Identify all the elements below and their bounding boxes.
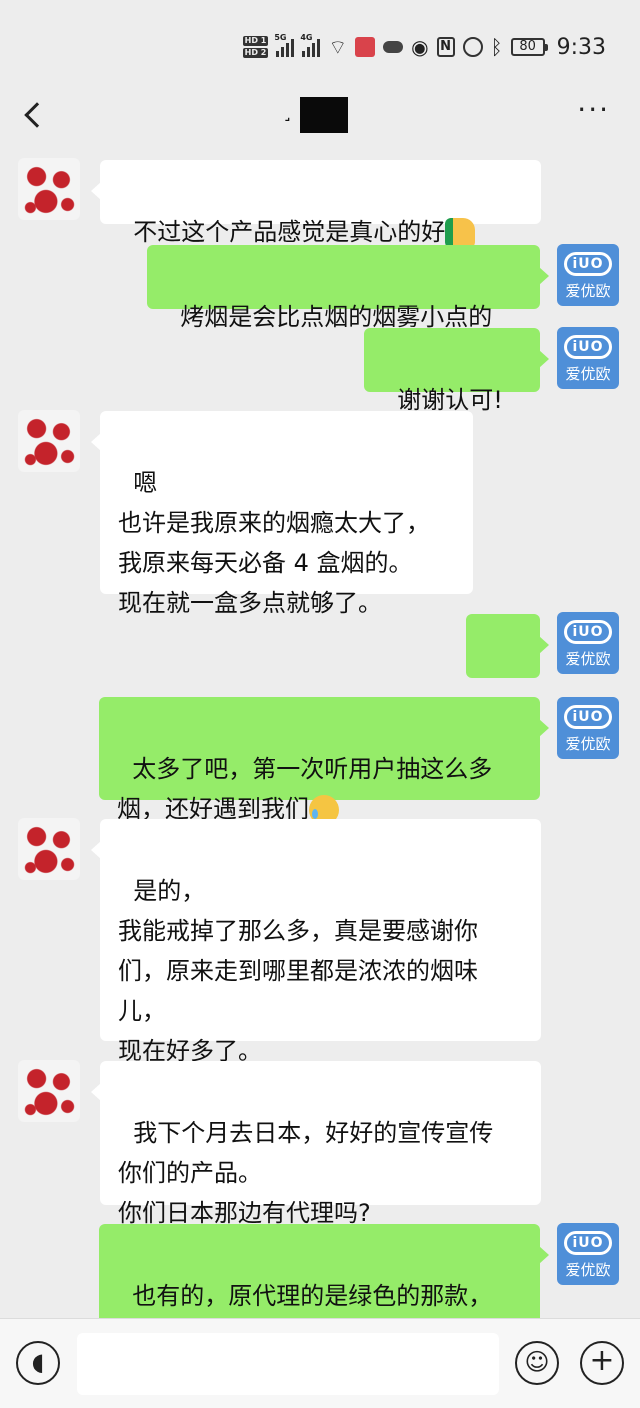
message-bubble-right[interactable]: 烤烟是会比点烟的烟雾小点的 <box>147 245 549 331</box>
cloud-icon <box>383 41 404 53</box>
app-notification-icon <box>355 37 376 57</box>
contact-avatar[interactable] <box>18 818 80 880</box>
message-bubble-left[interactable]: 嗯 也许是我原来的烟瘾太大了， 我原来每天必备 4 盒烟的。 现在就一盒多点就够… <box>91 411 473 617</box>
alarm-icon <box>462 37 483 57</box>
brand-name: 爱优欧 <box>565 650 611 668</box>
brand-avatar[interactable]: iUO 爱优欧 <box>557 697 619 759</box>
message-text: 谢谢认可! <box>397 386 503 414</box>
brand-logo: iUO <box>564 705 612 729</box>
status-icons: HD 1 HD 2 5G 4G ⌔ ◉ N ᛒ 80 9:33 <box>242 32 606 62</box>
message-bubble-right[interactable] <box>466 614 549 746</box>
contact-avatar[interactable] <box>18 410 80 472</box>
brand-logo: iUO <box>564 252 612 276</box>
brand-name: 爱优欧 <box>565 735 611 753</box>
bluetooth-icon: ᛒ <box>490 35 503 59</box>
status-bar: HD 1 HD 2 5G 4G ⌔ ◉ N ᛒ 80 9:33 <box>0 0 640 90</box>
message-text: 不过这个产品感觉是真心的好 <box>133 218 446 246</box>
brand-avatar[interactable]: iUO 爱优欧 <box>557 612 619 674</box>
message-bubble-left[interactable]: 是的， 我能戒掉了那么多，真是要感谢你 们，原来走到哪里都是浓浓的烟味 儿， 现… <box>91 819 541 1065</box>
brand-logo: iUO <box>564 1231 612 1255</box>
signal-5g-icon: 5G <box>274 33 295 57</box>
brand-avatar[interactable]: iUO 爱优欧 <box>557 244 619 306</box>
hd-indicators: HD 1 HD 2 <box>242 36 269 58</box>
nfc-icon: N <box>436 37 455 57</box>
hd1-badge: HD 1 <box>242 36 269 46</box>
eye-icon: ◉ <box>411 35 429 59</box>
message-text: 我下个月去日本，好好的宣传宣传 你们的产品。 你们日本那边有代理吗? <box>118 1119 494 1227</box>
voice-icon[interactable]: ◖ <box>16 1341 60 1385</box>
message-bubble-right[interactable]: 谢谢认可! <box>364 328 549 414</box>
brand-name: 爱优欧 <box>565 282 611 300</box>
status-time: 9:33 <box>556 34 606 60</box>
emoji-icon[interactable]: ☺ <box>515 1341 559 1385</box>
brand-logo: iUO <box>564 620 612 644</box>
brand-name: 爱优欧 <box>565 365 611 383</box>
brand-name: 爱优欧 <box>565 1261 611 1279</box>
chat-title: ˼ <box>284 98 291 122</box>
brand-avatar[interactable]: iUO 爱优欧 <box>557 327 619 389</box>
message-text: 嗯 也许是我原来的烟瘾太大了， 我原来每天必备 4 盒烟的。 现在就一盒多点就够… <box>118 469 430 617</box>
hd2-badge: HD 2 <box>242 48 269 58</box>
message-bubble-right[interactable]: 太多了吧，第一次听用户抽这么多 烟，还好遇到我们 <box>99 697 549 825</box>
signal-5g-label: 5G <box>274 33 287 42</box>
wifi-icon: ⌔ <box>328 34 348 59</box>
chat-header: ˼ ··· <box>0 90 640 140</box>
message-text: 烤烟是会比点烟的烟雾小点的 <box>180 303 493 331</box>
input-bar: ◖ ☺ + <box>0 1318 640 1408</box>
brand-logo: iUO <box>564 335 612 359</box>
battery-icon: 80 <box>510 38 548 56</box>
message-input[interactable] <box>77 1333 499 1395</box>
back-arrow-icon[interactable] <box>22 98 46 132</box>
thumbs-up-icon <box>445 218 476 248</box>
redacted-name <box>300 97 348 133</box>
plus-icon[interactable]: + <box>580 1341 624 1385</box>
message-bubble-left[interactable]: 不过这个产品感觉是真心的好 <box>91 160 541 248</box>
message-bubble-right[interactable]: 也有的，原代理的是绿色的那款， 4.0 还没在日本出售 <box>99 1224 549 1350</box>
signal-4g-icon: 4G <box>300 33 321 57</box>
contact-avatar[interactable] <box>18 1060 80 1122</box>
brand-avatar[interactable]: iUO 爱优欧 <box>557 1223 619 1285</box>
message-text: 是的， 我能戒掉了那么多，真是要感谢你 们，原来走到哪里都是浓浓的烟味 儿， 现… <box>118 877 478 1065</box>
more-icon[interactable]: ··· <box>577 96 610 124</box>
message-text: 太多了吧，第一次听用户抽这么多 烟，还好遇到我们 <box>117 755 493 823</box>
signal-4g-label: 4G <box>300 33 313 42</box>
message-bubble-left[interactable]: 我下个月去日本，好好的宣传宣传 你们的产品。 你们日本那边有代理吗? <box>91 1061 541 1227</box>
contact-avatar[interactable] <box>18 158 80 220</box>
